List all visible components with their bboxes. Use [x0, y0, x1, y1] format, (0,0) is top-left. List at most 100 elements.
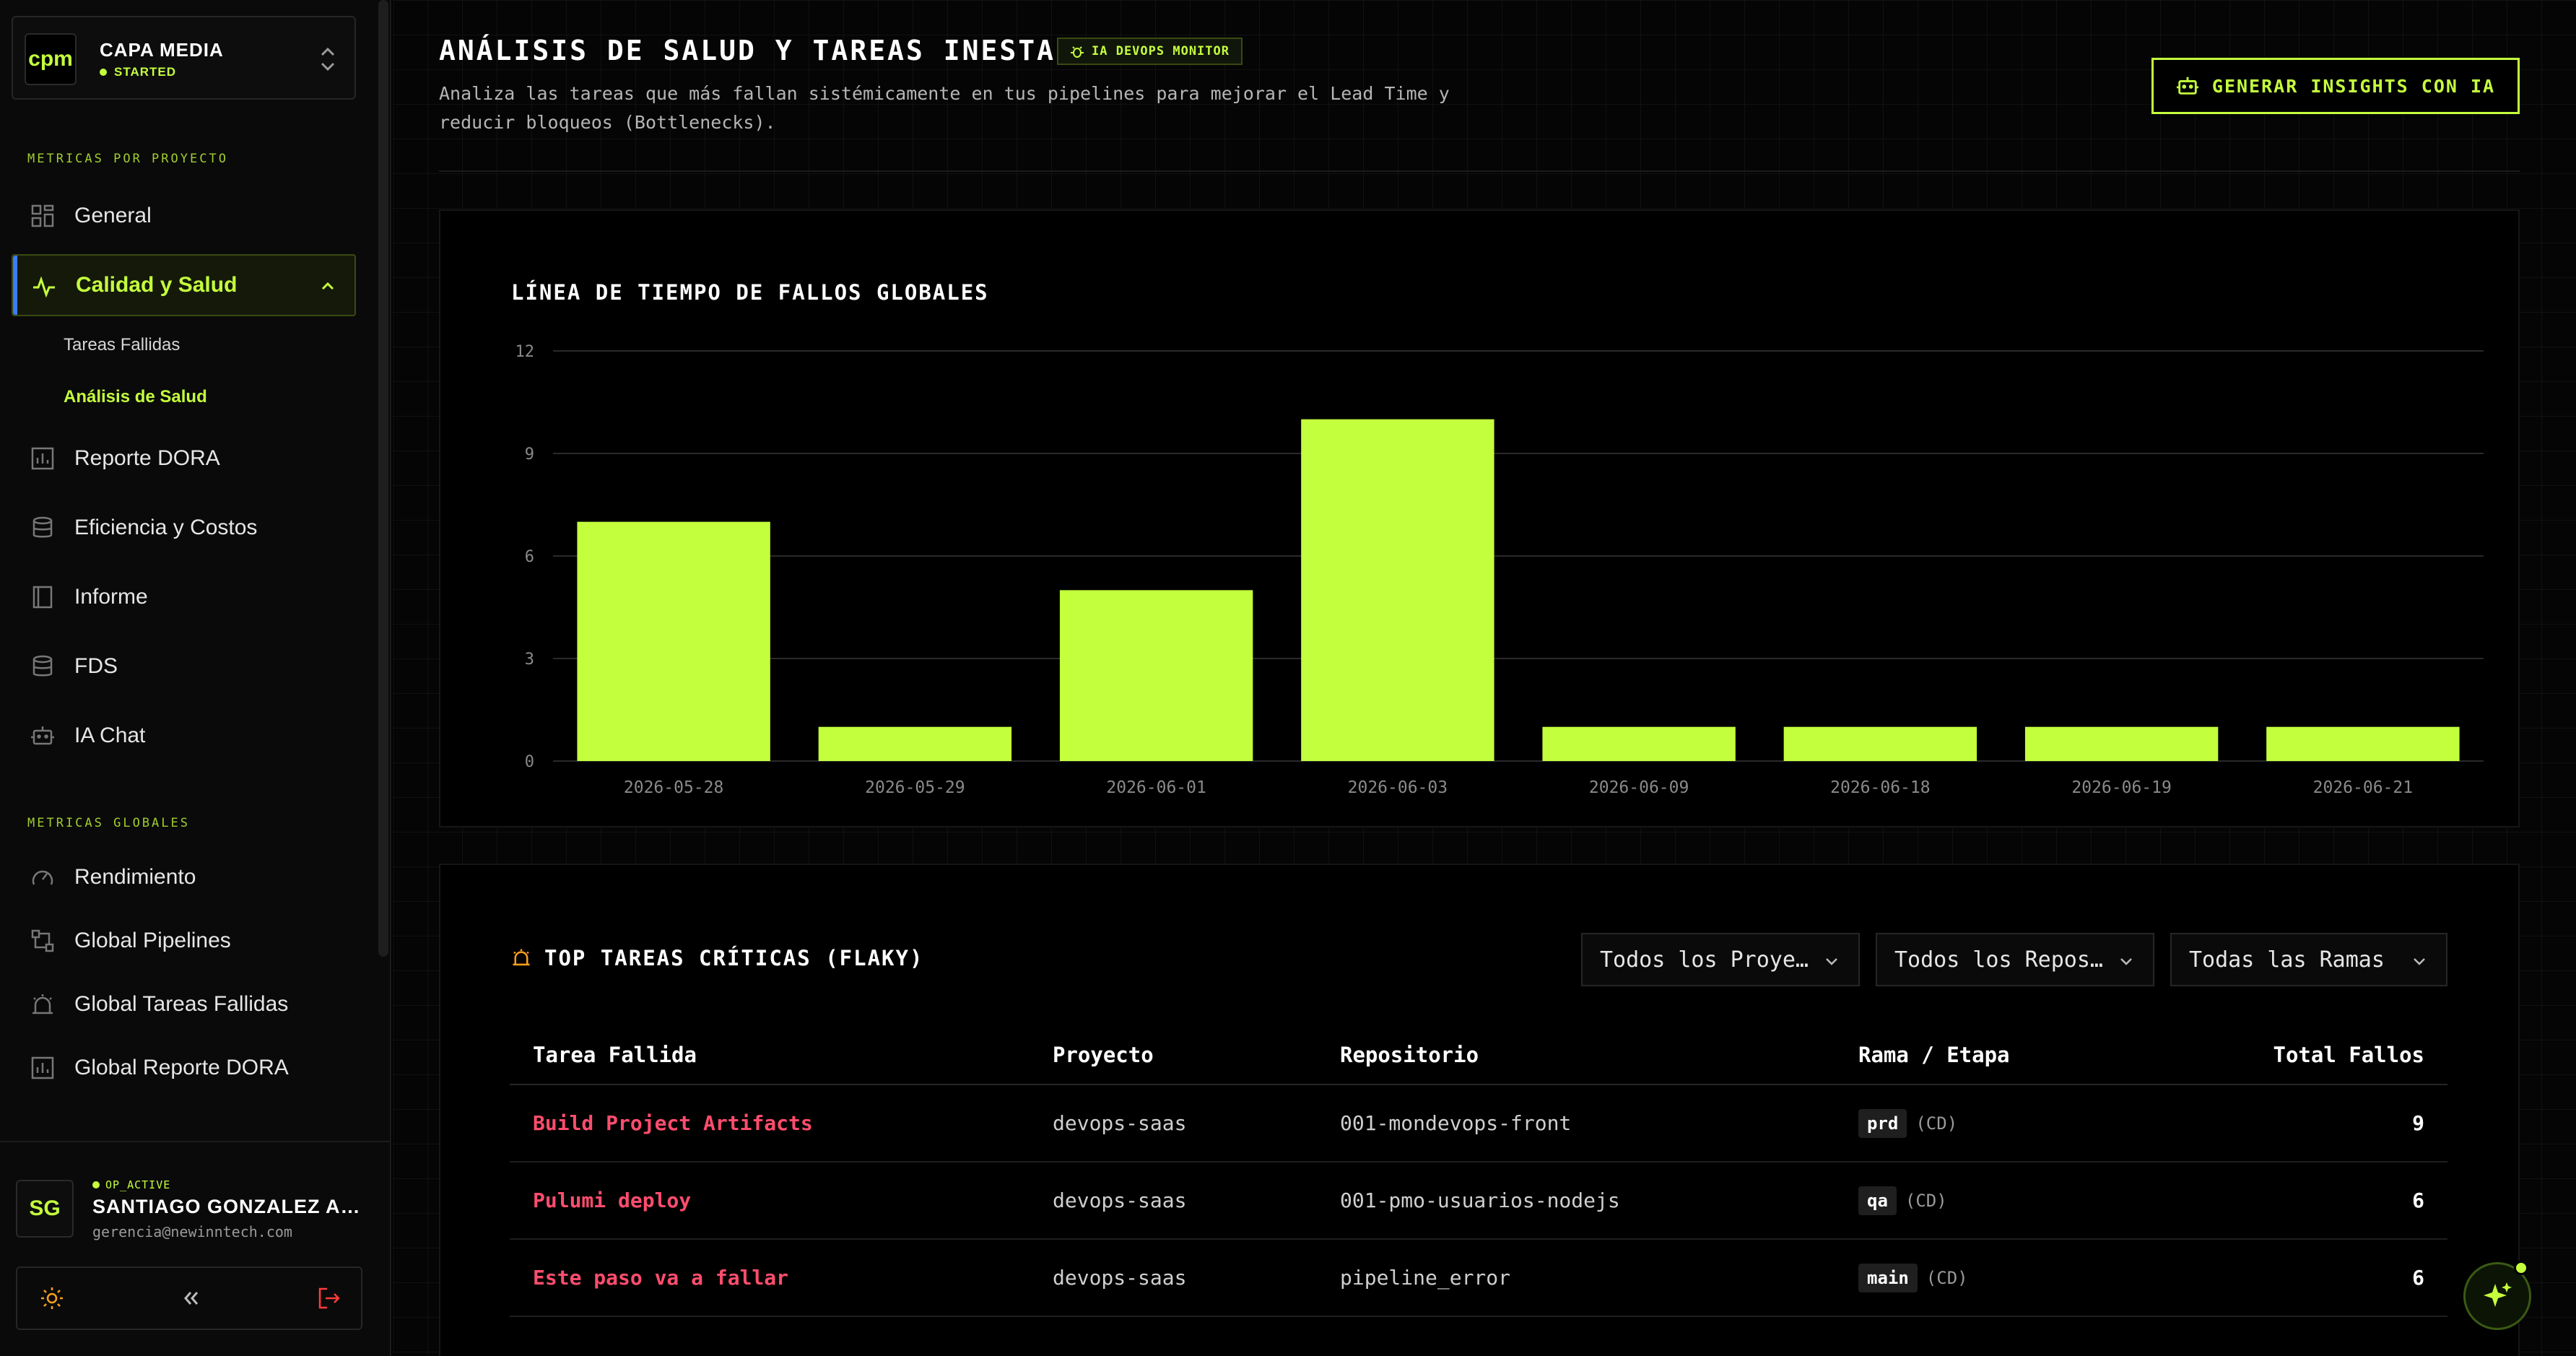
task-branch-stage: prd (CD) — [1835, 1085, 2196, 1162]
user-card: SG OP_ACTIVE SANTIAGO GONZALEZ ACEVEDO g… — [0, 1141, 391, 1256]
task-failures: 6 — [2196, 1162, 2447, 1240]
sun-icon — [41, 1287, 63, 1309]
task-branch-stage: main (CD) — [1835, 1239, 2196, 1317]
sidebar-item-label: Reporte DORA — [74, 446, 220, 470]
sidebar-item-label: Global Reporte DORA — [74, 1056, 289, 1079]
activity-icon — [33, 276, 55, 298]
sidebar-item-fds[interactable]: FDS — [12, 635, 356, 697]
column-header[interactable]: Tarea Fallida — [510, 1025, 1030, 1085]
section-title-project: METRICAS POR PROYECTO — [27, 152, 228, 166]
sidebar-item-label: Calidad y Salud — [76, 273, 238, 297]
sidebar: cpm CAPA MEDIA STARTED METRICAS POR PROY… — [0, 0, 391, 1356]
chart-bar — [2266, 726, 2460, 761]
sidebar-item-rendimiento[interactable]: Rendimiento — [12, 846, 356, 908]
sidebar-item-label: FDS — [74, 654, 118, 678]
filter-value: Todos los Proye… — [1600, 947, 1809, 973]
user-name: SANTIAGO GONZALEZ ACEVEDO — [92, 1196, 365, 1217]
chevrons-left-icon — [184, 1292, 199, 1305]
chart-bar — [1301, 419, 1494, 761]
sidebar-item-label: Informe — [74, 585, 148, 609]
chevron-down-icon — [1826, 958, 1837, 965]
tasks-title: TOP TAREAS CRÍTICAS (FLAKY) — [544, 946, 924, 970]
chevron-up-icon — [321, 282, 334, 290]
project-switcher[interactable]: cpm CAPA MEDIA STARTED — [12, 16, 356, 100]
x-tick-label: 2026-06-03 — [1348, 778, 1448, 797]
sidebar-subitem-tareas-fallidas[interactable]: Tareas Fallidas — [64, 335, 180, 355]
bot-icon — [31, 726, 54, 745]
task-project: devops-saas — [1030, 1162, 1317, 1240]
y-tick-label: 0 — [525, 753, 534, 771]
task-repo: pipeline_error — [1317, 1239, 1835, 1317]
table-header-row: Tarea Fallida Proyecto Repositorio Rama … — [510, 1025, 2447, 1085]
sidebar-item-general[interactable]: General — [12, 185, 356, 247]
task-failures: 9 — [2196, 1085, 2447, 1162]
task-name[interactable]: Pulumi deploy — [510, 1162, 1030, 1240]
x-tick-label: 2026-05-28 — [624, 778, 723, 797]
x-tick-label: 2026-06-19 — [2071, 778, 2171, 797]
logout-button[interactable] — [315, 1284, 344, 1313]
task-repo: 001-pmo-usuarios-nodejs — [1317, 1162, 1835, 1240]
repo-filter-select[interactable]: Todos los Repos… — [1876, 933, 2154, 986]
chart-bar — [2024, 726, 2219, 761]
generate-insights-button[interactable]: GENERAR INSIGHTS CON IA — [2151, 58, 2520, 114]
task-name[interactable]: Este paso va a fallar — [510, 1239, 1030, 1317]
sidebar-item-informe[interactable]: Informe — [12, 566, 356, 628]
sidebar-scrollbar[interactable] — [378, 0, 388, 957]
insights-button-label: GENERAR INSIGHTS CON IA — [2211, 75, 2496, 97]
sidebar-item-ia-chat[interactable]: IA Chat — [12, 705, 356, 767]
sidebar-item-reporte-dora[interactable]: Reporte DORA — [12, 427, 356, 490]
column-header[interactable]: Rama / Etapa — [1835, 1025, 2196, 1085]
chevrons-up-down-icon — [321, 47, 335, 71]
database-icon — [32, 516, 53, 538]
sidebar-item-label: Global Tareas Fallidas — [74, 992, 289, 1016]
status-dot — [92, 1181, 100, 1188]
grid-icon — [31, 204, 54, 227]
failures-timeline-chart: 0 3 6 9 12 2026-05-28 2026-05-29 2026-06-01 2026… — [515, 343, 2484, 797]
project-filter-select[interactable]: Todos los Proye… — [1581, 933, 1860, 986]
sidebar-item-calidad-salud[interactable]: Calidad y Salud — [12, 254, 356, 316]
x-tick-label: 2026-06-21 — [2313, 778, 2413, 797]
notification-dot — [2514, 1261, 2528, 1275]
y-tick-label: 6 — [525, 548, 534, 566]
task-name[interactable]: Build Project Artifacts — [510, 1085, 1030, 1162]
chart-bar — [818, 726, 1012, 761]
table-row[interactable]: Pulumi deploy devops-saas 001-pmo-usuari… — [510, 1162, 2447, 1240]
sidebar-subitem-analisis-salud[interactable]: Análisis de Salud — [64, 387, 207, 407]
collapse-sidebar-button[interactable] — [176, 1284, 205, 1313]
stage-label: (CD) — [1915, 1113, 1958, 1134]
column-header[interactable]: Proyecto — [1030, 1025, 1317, 1085]
sidebar-item-global-reporte-dora[interactable]: Global Reporte DORA — [12, 1037, 356, 1099]
bar-chart-icon — [31, 1056, 54, 1079]
task-failures: 6 — [2196, 1239, 2447, 1317]
branch-pill: qa — [1858, 1186, 1897, 1215]
sidebar-item-global-tareas-fallidas[interactable]: Global Tareas Fallidas — [12, 973, 356, 1035]
table-row[interactable]: Este paso va a fallar devops-saas pipeli… — [510, 1239, 2447, 1317]
header-divider — [439, 170, 2520, 172]
sidebar-item-eficiencia-costos[interactable]: Eficiencia y Costos — [12, 497, 356, 559]
badge-label: IA DEVOPS MONITOR — [1092, 44, 1230, 58]
sidebar-item-label: Rendimiento — [74, 865, 196, 889]
database-icon — [32, 655, 53, 677]
user-email: gerencia@newinntech.com — [92, 1223, 292, 1240]
timeline-card: LÍNEA DE TIEMPO DE FALLOS GLOBALES 03691… — [439, 209, 2520, 827]
sidebar-item-label: General — [74, 204, 152, 227]
column-header[interactable]: Total Fallos — [2196, 1025, 2447, 1085]
filter-value: Todos los Repos… — [1894, 947, 2103, 973]
workflow-icon — [31, 929, 54, 952]
task-project: devops-saas — [1030, 1239, 1317, 1317]
book-icon — [32, 586, 53, 609]
sidebar-item-label: Eficiencia y Costos — [74, 516, 258, 539]
user-status: OP_ACTIVE — [92, 1178, 170, 1191]
bar-chart-icon — [31, 447, 54, 470]
filter-value: Todas las Ramas — [2189, 947, 2385, 973]
branch-filter-select[interactable]: Todas las Ramas — [2170, 933, 2447, 986]
project-name: CAPA MEDIA — [100, 39, 224, 61]
chart-bar — [1059, 590, 1253, 761]
column-header[interactable]: Repositorio — [1317, 1025, 1835, 1085]
branch-pill: prd — [1858, 1108, 1907, 1138]
chevron-down-icon — [2120, 958, 2132, 965]
sidebar-item-global-pipelines[interactable]: Global Pipelines — [12, 910, 356, 972]
ia-monitor-badge: IA DEVOPS MONITOR — [1057, 38, 1243, 65]
table-row[interactable]: Build Project Artifacts devops-saas 001-… — [510, 1085, 2447, 1162]
theme-toggle-button[interactable] — [38, 1284, 66, 1313]
